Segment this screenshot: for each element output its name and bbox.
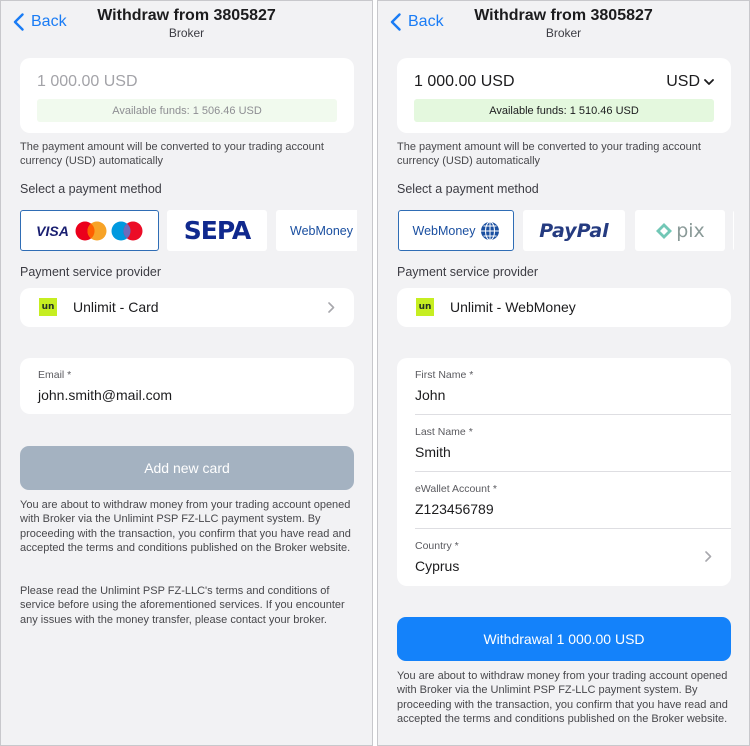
amount-input[interactable]: 1 000.00 USD bbox=[37, 73, 138, 91]
payment-method-title: Select a payment method bbox=[397, 182, 539, 196]
email-card: Email * john.smith@mail.com bbox=[20, 358, 354, 414]
chevron-right-icon bbox=[705, 551, 712, 562]
payment-method-list: WebMoney PayPal pix bbox=[397, 210, 734, 252]
withdraw-button[interactable]: Withdrawal 1 000.00 USD bbox=[397, 617, 731, 661]
available-funds: Available funds: 1 506.46 USD bbox=[37, 99, 337, 122]
unlimit-logo: un bbox=[39, 298, 57, 316]
psp-title: Payment service provider bbox=[397, 265, 539, 279]
payment-method-list: VISA SEPA WebMoney bbox=[20, 210, 357, 252]
last-name-field[interactable]: Smith bbox=[415, 444, 451, 460]
screen-card-withdrawal: Back Withdraw from 3805827 Broker 1 000.… bbox=[0, 0, 373, 746]
country-label: Country * bbox=[415, 540, 459, 552]
first-name-field[interactable]: John bbox=[415, 387, 445, 403]
page-title: Withdraw from 3805827 bbox=[97, 7, 276, 24]
psp-name: Unlimit - WebMoney bbox=[450, 299, 576, 315]
first-name-label: First Name * bbox=[415, 369, 474, 381]
webmoney-label: WebMoney bbox=[412, 223, 476, 238]
psp-name: Unlimit - Card bbox=[73, 299, 159, 315]
divider bbox=[415, 528, 731, 529]
nav-header: Back Withdraw from 3805827 Broker bbox=[1, 1, 372, 45]
disclaimer-text: You are about to withdraw money from you… bbox=[20, 499, 351, 554]
chevron-right-icon bbox=[328, 302, 335, 313]
method-sepa[interactable]: SEPA bbox=[167, 210, 267, 251]
method-more[interactable] bbox=[733, 210, 734, 251]
mastercard-icon bbox=[75, 221, 107, 240]
divider bbox=[415, 414, 731, 415]
email-field[interactable]: john.smith@mail.com bbox=[38, 387, 172, 403]
method-card[interactable]: VISA bbox=[20, 210, 159, 251]
conversion-note: The payment amount will be converted to … bbox=[20, 141, 324, 167]
add-new-card-button[interactable]: Add new card bbox=[20, 446, 354, 490]
nav-header: Back Withdraw from 3805827 Broker bbox=[378, 1, 749, 45]
psp-selector[interactable]: un Unlimit - WebMoney bbox=[397, 288, 731, 327]
pix-logo: pix bbox=[676, 219, 705, 242]
screen-webmoney-withdrawal: Back Withdraw from 3805827 Broker 1 000.… bbox=[377, 0, 750, 746]
payout-details-card: First Name * John Last Name * Smith eWal… bbox=[397, 358, 731, 586]
disclaimer-text: You are about to withdraw money from you… bbox=[397, 670, 728, 725]
amount-input[interactable]: 1 000.00 USD bbox=[414, 73, 515, 91]
method-webmoney[interactable]: WebMoney bbox=[276, 210, 357, 251]
available-funds: Available funds: 1 510.46 USD bbox=[414, 99, 714, 122]
webmoney-globe-icon bbox=[480, 221, 499, 240]
last-name-label: Last Name * bbox=[415, 426, 473, 438]
method-paypal[interactable]: PayPal bbox=[523, 210, 625, 251]
method-webmoney[interactable]: WebMoney bbox=[398, 210, 514, 251]
psp-title: Payment service provider bbox=[20, 265, 162, 279]
currency-value: USD bbox=[666, 73, 700, 90]
psp-selector[interactable]: un Unlimit - Card bbox=[20, 288, 354, 327]
sepa-logo: SEPA bbox=[183, 216, 251, 245]
pix-icon bbox=[656, 222, 673, 239]
amount-card: 1 000.00 USD USD Available funds: 1 510.… bbox=[397, 58, 731, 133]
unlimit-logo: un bbox=[416, 298, 434, 316]
method-pix[interactable]: pix bbox=[635, 210, 725, 251]
currency-select[interactable]: USD bbox=[666, 73, 714, 91]
email-label: Email * bbox=[38, 369, 72, 381]
paypal-logo: PayPal bbox=[539, 219, 609, 242]
visa-logo: VISA bbox=[36, 222, 69, 239]
conversion-note: The payment amount will be converted to … bbox=[397, 141, 701, 167]
country-select[interactable]: Cyprus bbox=[415, 558, 459, 574]
payment-method-title: Select a payment method bbox=[20, 182, 162, 196]
chevron-down-icon bbox=[704, 78, 714, 85]
page-subtitle: Broker bbox=[168, 26, 205, 40]
webmoney-label: WebMoney bbox=[290, 223, 353, 238]
page-title: Withdraw from 3805827 bbox=[474, 7, 653, 24]
terms-text: Please read the Unlimint PSP FZ-LLC's te… bbox=[20, 585, 345, 626]
ewallet-field[interactable]: Z123456789 bbox=[415, 501, 494, 517]
ewallet-label: eWallet Account * bbox=[415, 483, 497, 495]
maestro-icon bbox=[111, 221, 143, 240]
divider bbox=[415, 471, 731, 472]
page-subtitle: Broker bbox=[545, 26, 582, 40]
amount-card: 1 000.00 USD Available funds: 1 506.46 U… bbox=[20, 58, 354, 133]
